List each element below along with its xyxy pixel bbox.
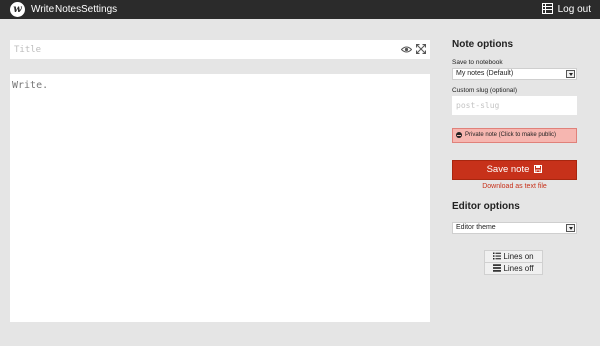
notebook-grid-icon bbox=[541, 3, 553, 14]
editor-theme-value: Editor theme bbox=[456, 224, 496, 231]
notebook-select-value: My notes (Default) bbox=[456, 70, 514, 77]
list-icon bbox=[493, 252, 502, 260]
title-input[interactable] bbox=[10, 40, 390, 59]
private-toggle-label: Private note (Click to make public) bbox=[465, 132, 557, 138]
floppy-disk-icon bbox=[534, 165, 543, 173]
logout-label: Log out bbox=[557, 4, 591, 15]
top-nav-bar: w Write Notes Settings Log out bbox=[0, 0, 600, 19]
notebook-select[interactable]: My notes (Default) bbox=[452, 68, 577, 80]
private-toggle[interactable]: Private note (Click to make public) bbox=[452, 128, 577, 143]
note-body-textarea[interactable] bbox=[10, 74, 430, 322]
note-options-heading: Note options bbox=[452, 39, 514, 50]
dropdown-arrow-icon bbox=[566, 224, 575, 232]
lines-off-button[interactable]: Lines off bbox=[484, 262, 543, 275]
logout-button[interactable]: Log out bbox=[541, 0, 591, 19]
nav-notes-link[interactable]: Notes bbox=[55, 0, 81, 19]
editor-theme-select[interactable]: Editor theme bbox=[452, 222, 577, 234]
bars-icon bbox=[493, 264, 502, 272]
fullscreen-icon[interactable] bbox=[416, 44, 426, 54]
nav-write-link[interactable]: Write bbox=[31, 0, 54, 19]
title-bar bbox=[10, 40, 430, 59]
slug-input[interactable] bbox=[452, 96, 577, 115]
lines-on-label: Lines on bbox=[503, 252, 534, 261]
eye-icon[interactable] bbox=[401, 44, 412, 55]
lines-off-label: Lines off bbox=[503, 264, 534, 273]
dropdown-arrow-icon bbox=[566, 70, 575, 78]
save-note-label: Save note bbox=[486, 164, 530, 175]
minus-circle-icon bbox=[456, 132, 462, 138]
slug-label: Custom slug (optional) bbox=[452, 87, 518, 94]
nav-settings-link[interactable]: Settings bbox=[81, 0, 117, 19]
app-logo[interactable]: w bbox=[10, 2, 25, 17]
download-text-link[interactable]: Download as text file bbox=[452, 183, 577, 190]
notebook-label: Save to notebook bbox=[452, 59, 503, 66]
save-note-button[interactable]: Save note bbox=[452, 160, 577, 180]
editor-options-heading: Editor options bbox=[452, 201, 520, 212]
